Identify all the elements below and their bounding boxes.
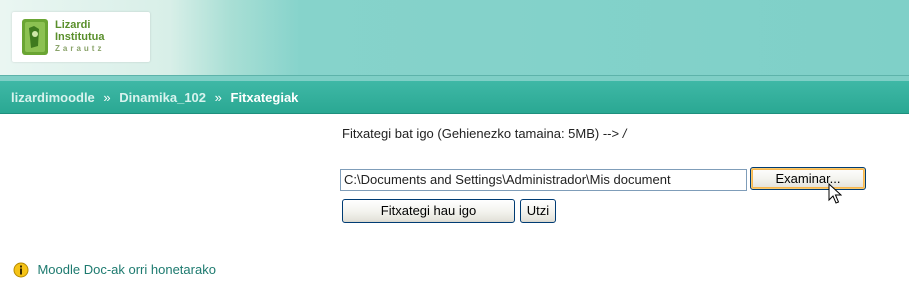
site-header: Lizardi Institutua Zarautz <box>0 0 909 75</box>
help-link-row: Moodle Doc-ak orri honetarako <box>13 261 216 279</box>
breadcrumb-separator: » <box>214 90 222 105</box>
logo-text-line3: Zarautz <box>55 44 105 53</box>
cancel-button[interactable]: Utzi <box>520 199 556 223</box>
file-path-input[interactable]: C:\Documents and Settings\Administrador\… <box>340 169 747 191</box>
upload-instructions-text: Fitxategi bat igo (Gehienezko tamaina: 5… <box>342 126 623 141</box>
upload-target-path: / <box>622 126 627 141</box>
site-logo[interactable]: Lizardi Institutua Zarautz <box>12 12 150 62</box>
logo-text-line1: Lizardi <box>55 19 91 31</box>
breadcrumb: lizardimoodle » Dinamika_102 » Fitxategi… <box>11 90 298 105</box>
logo-text-line2: Institutua <box>55 31 105 43</box>
browse-button[interactable]: Examinar... <box>750 167 866 190</box>
info-icon <box>13 262 29 278</box>
upload-file-button[interactable]: Fitxategi hau igo <box>342 199 515 223</box>
breadcrumb-separator: » <box>103 90 111 105</box>
breadcrumb-link-course[interactable]: Dinamika_102 <box>119 90 206 105</box>
breadcrumb-link-site[interactable]: lizardimoodle <box>11 90 95 105</box>
moodle-docs-link[interactable]: Moodle Doc-ak orri honetarako <box>37 262 215 277</box>
upload-instructions: Fitxategi bat igo (Gehienezko tamaina: 5… <box>342 126 626 141</box>
logo-emblem-icon <box>22 19 48 55</box>
navigation-bar: lizardimoodle » Dinamika_102 » Fitxategi… <box>0 81 909 114</box>
page: Lizardi Institutua Zarautz lizardimoodle… <box>0 0 909 305</box>
breadcrumb-current-page: Fitxategiak <box>230 90 299 105</box>
